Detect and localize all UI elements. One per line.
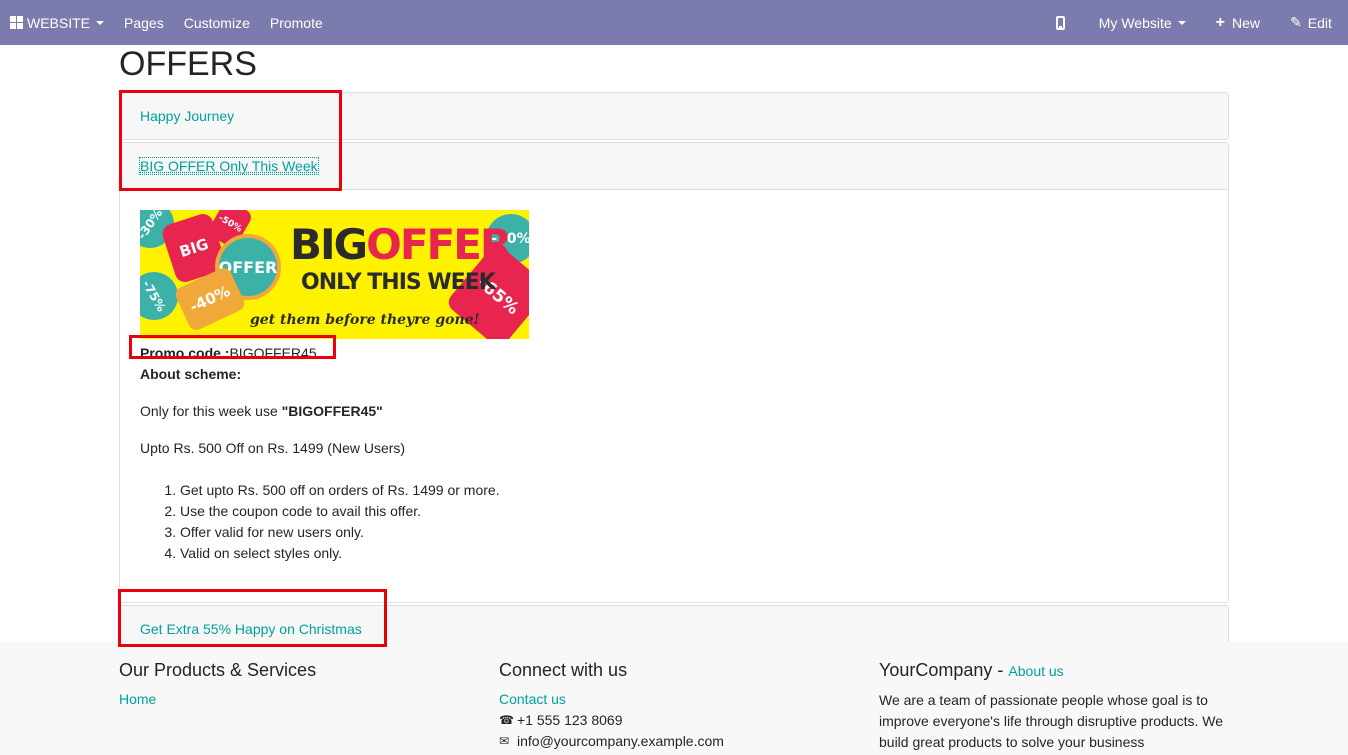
- navbar-left: WEBSITE Pages Customize Promote: [0, 0, 333, 45]
- list-item: Get upto Rs. 500 off on orders of Rs. 14…: [180, 480, 1208, 501]
- accordion-toggle-happy-journey[interactable]: Happy Journey: [140, 108, 234, 124]
- footer-products: Our Products & Services Home: [119, 658, 316, 710]
- accordion-item-happy-journey: Happy Journey: [119, 92, 1229, 140]
- banner-big-text: BIG: [290, 220, 368, 269]
- apps-grid-icon: [10, 16, 23, 29]
- page-title: OFFERS: [119, 45, 257, 83]
- list-item: Valid on select styles only.: [180, 543, 1208, 564]
- nav-promote[interactable]: Promote: [260, 0, 333, 45]
- banner-headline: BIGOFFER: [290, 220, 512, 269]
- new-button-label: New: [1231, 14, 1260, 31]
- apps-menu-label: WEBSITE: [27, 14, 91, 31]
- nav-customize[interactable]: Customize: [174, 0, 260, 45]
- footer-connect: Connect with us Contact us ☎ +1 555 123 …: [499, 658, 724, 752]
- footer-email: ✉ info@yourcompany.example.com: [499, 731, 724, 752]
- promo-code-line: Promo code :BIGOFFER45: [140, 343, 1208, 364]
- about-scheme-heading: About scheme:: [140, 366, 242, 382]
- footer-company: YourCompany - About us We are a team of …: [879, 658, 1229, 753]
- accordion-item-big-offer: BIG OFFER Only This Week -30% BIG -50% O…: [119, 142, 1229, 603]
- banner-offer-text: OFFER: [366, 220, 512, 269]
- footer-phone: ☎ +1 555 123 8069: [499, 710, 724, 731]
- offer-steps-list: Get upto Rs. 500 off on orders of Rs. 14…: [140, 480, 1208, 564]
- accordion-header[interactable]: Happy Journey: [120, 93, 1228, 139]
- big-offer-banner-image: -30% BIG -50% OFFER -75% -40% -30% -65% …: [140, 210, 529, 339]
- website-selector-label: My Website: [1098, 14, 1172, 31]
- company-name: YourCompany: [879, 660, 993, 680]
- envelope-icon: ✉: [499, 734, 510, 748]
- accordion-toggle-christmas[interactable]: Get Extra 55% Happy on Christmas: [140, 621, 362, 637]
- footer-about-text: We are a team of passionate people whose…: [879, 692, 1224, 750]
- edit-button-label: Edit: [1307, 14, 1332, 31]
- caret-down-icon: [96, 20, 105, 25]
- promo-code-label: Promo code :: [140, 345, 230, 361]
- week-usage-text: Only for this week use "BIGOFFER45": [140, 401, 1208, 422]
- footer-company-title: YourCompany - About us: [879, 660, 1064, 680]
- promo-code-value: BIGOFFER45: [229, 345, 317, 361]
- accordion-header[interactable]: BIG OFFER Only This Week: [120, 143, 1228, 189]
- footer-connect-title: Connect with us: [499, 660, 628, 680]
- list-item: Use the coupon code to avail this offer.: [180, 501, 1208, 522]
- caret-down-icon: [1177, 20, 1186, 25]
- footer: Our Products & Services Home Connect wit…: [0, 642, 1348, 755]
- mobile-phone-icon: [1055, 15, 1065, 30]
- mobile-preview-button[interactable]: [1046, 0, 1087, 45]
- footer-email-text: info@yourcompany.example.com: [517, 733, 724, 749]
- apps-menu-button[interactable]: WEBSITE: [0, 0, 114, 45]
- week-usage-prefix: Only for this week use: [140, 403, 282, 419]
- footer-home-link[interactable]: Home: [119, 689, 316, 710]
- top-navbar: WEBSITE Pages Customize Promote My Websi…: [0, 0, 1348, 45]
- footer-products-title: Our Products & Services: [119, 660, 317, 680]
- accordion-body-big-offer: -30% BIG -50% OFFER -75% -40% -30% -65% …: [120, 189, 1228, 602]
- footer-contact-link[interactable]: Contact us: [499, 689, 724, 710]
- plus-icon: +: [1215, 13, 1225, 31]
- banner-tagline: get them before theyre gone!: [250, 312, 480, 328]
- week-usage-code: "BIGOFFER45": [281, 403, 383, 419]
- pencil-icon: ✎: [1290, 14, 1302, 30]
- accordion-toggle-big-offer[interactable]: BIG OFFER Only This Week: [139, 157, 319, 175]
- edit-button[interactable]: ✎ Edit: [1274, 0, 1348, 45]
- banner-subtitle: ONLY THIS WEEK: [301, 270, 496, 295]
- upto-offer-text: Upto Rs. 500 Off on Rs. 1499 (New Users): [140, 440, 406, 456]
- footer-phone-text: +1 555 123 8069: [517, 712, 623, 728]
- offers-accordion: Happy Journey BIG OFFER Only This Week -…: [119, 92, 1229, 655]
- navbar-right: My Website + New: [1046, 0, 1274, 45]
- phone-icon: ☎: [499, 713, 514, 727]
- footer-about-link[interactable]: About us: [1008, 663, 1063, 679]
- website-selector[interactable]: My Website: [1087, 0, 1206, 45]
- list-item: Offer valid for new users only.: [180, 522, 1208, 543]
- new-button[interactable]: + New: [1206, 0, 1274, 45]
- nav-pages[interactable]: Pages: [114, 0, 174, 45]
